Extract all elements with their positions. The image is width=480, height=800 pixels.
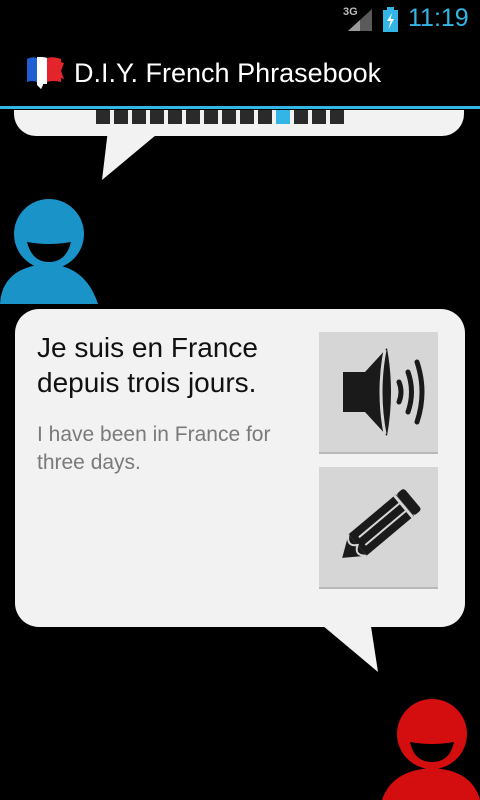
status-clock: 11:19 xyxy=(408,4,469,32)
speaker-avatar-red xyxy=(382,699,480,800)
speaker-avatar-blue xyxy=(0,199,98,304)
signal-icon xyxy=(348,9,372,31)
progress-segment xyxy=(330,110,344,124)
edit-phrase-button[interactable] xyxy=(319,467,438,589)
progress-segment xyxy=(132,110,146,124)
pencil-icon xyxy=(341,489,420,558)
french-phrase: Je suis en France depuis trois jours. xyxy=(37,332,258,398)
french-flag-icon[interactable] xyxy=(23,55,65,93)
progress-segment xyxy=(168,110,182,124)
english-translation: I have been in France for three days. xyxy=(37,423,271,474)
progress-segment xyxy=(186,110,200,124)
speaker-icon xyxy=(342,348,424,436)
phrase-bubble-tail xyxy=(316,620,378,672)
app-title: D.I.Y. French Phrasebook xyxy=(74,58,382,88)
phrase-progress xyxy=(96,110,344,126)
progress-segment xyxy=(150,110,164,124)
action-bar: D.I.Y. French Phrasebook xyxy=(0,38,480,106)
progress-segment xyxy=(96,110,110,124)
play-audio-button[interactable] xyxy=(319,332,438,454)
action-bar-divider xyxy=(0,106,480,109)
progress-segment xyxy=(294,110,308,124)
progress-segment xyxy=(312,110,326,124)
previous-bubble-tail xyxy=(102,130,162,180)
progress-segment xyxy=(204,110,218,124)
progress-segment xyxy=(276,110,290,124)
progress-segment xyxy=(222,110,236,124)
progress-segment xyxy=(114,110,128,124)
progress-segment xyxy=(258,110,272,124)
battery-charging-icon xyxy=(383,7,398,32)
progress-segment xyxy=(240,110,254,124)
status-bar: 3G 11:19 xyxy=(0,0,480,38)
